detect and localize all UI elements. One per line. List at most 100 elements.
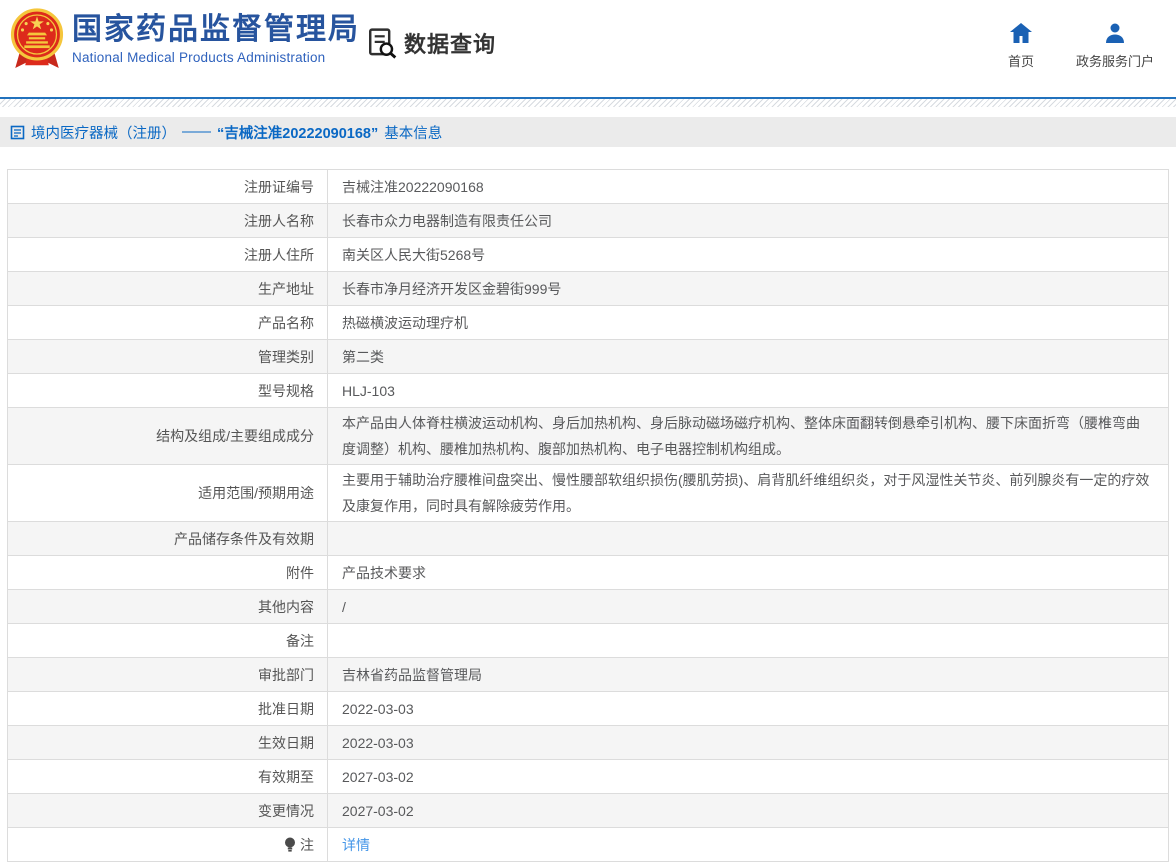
breadcrumb-registration-no: “吉械注准20222090168” [217,125,379,142]
emblem-gate [27,32,47,36]
row-label: 附件 [286,564,314,581]
row-label: 适用范围/预期用途 [198,485,314,501]
row-label: 生效日期 [258,734,314,751]
org-name-cn: 国家药品监督管理局 [72,13,360,46]
row-label: 产品名称 [258,314,314,331]
row-label-cell: 产品名称 [8,306,328,339]
row-label-cell: 注册人住所 [8,238,328,271]
data-query-label: 数据查询 [404,32,497,57]
row-value: 主要用于辅助治疗腰椎间盘突出、慢性腰部软组织损伤(腰肌劳损)、肩背肌纤维组织炎，… [342,472,1150,514]
breadcrumb-separator: —— [182,124,211,140]
bulb-icon [284,837,296,853]
table-row: 附件 产品技术要求 [8,556,1168,590]
registration-info-table: 注册证编号 吉械注准20222090168 注册人名称 长春市众力电器制造有限责… [7,169,1169,862]
row-value: HLJ-103 [342,382,395,399]
table-row: 结构及组成/主要组成成分 本产品由人体脊柱横波运动机构、身后加热机构、身后脉动磁… [8,408,1168,465]
row-label-cell: 有效期至 [8,760,328,793]
nav-item-home[interactable]: 首页 [1008,22,1034,70]
row-label-cell: 批准日期 [8,692,328,725]
nav-item-portal[interactable]: 政务服务门户 [1076,22,1154,70]
row-label-cell: 产品储存条件及有效期 [8,522,328,555]
row-label: 型号规格 [258,382,314,399]
row-value: 吉林省药品监督管理局 [342,666,482,683]
row-label: 注 [300,836,314,853]
table-row: 备注 [8,624,1168,658]
row-label: 注册证编号 [244,178,314,195]
row-label: 注册人名称 [244,212,314,229]
table-row: 审批部门 吉林省药品监督管理局 [8,658,1168,692]
row-label-cell: 结构及组成/主要组成成分 [8,408,328,464]
data-query-section[interactable]: 数据查询 [368,27,496,59]
national-emblem-logo [10,8,64,68]
table-row: 生效日期 2022-03-03 [8,726,1168,760]
row-value: 本产品由人体脊柱横波运动机构、身后加热机构、身后脉动磁场磁疗机构、整体床面翻转倒… [342,415,1140,457]
row-label: 结构及组成/主要组成成分 [156,428,314,444]
striped-divider-band [0,99,1176,107]
row-value: 2022-03-03 [342,734,414,751]
details-link[interactable]: 详情 [328,828,1168,861]
row-value: 2027-03-02 [342,802,414,819]
row-value: 长春市众力电器制造有限责任公司 [342,212,552,229]
row-label-cell: 注册人名称 [8,204,328,237]
table-row: 适用范围/预期用途 主要用于辅助治疗腰椎间盘突出、慢性腰部软组织损伤(腰肌劳损)… [8,465,1168,522]
document-search-icon [369,28,397,59]
row-label: 注册人住所 [244,246,314,263]
top-nav: 首页 政务服务门户 [1008,22,1154,70]
table-row: 变更情况 2027-03-02 [8,794,1168,828]
breadcrumb-suffix: 基本信息 [384,125,443,142]
breadcrumb-category: 境内医疗器械（注册） [31,125,176,142]
table-row: 型号规格 HLJ-103 [8,374,1168,408]
row-label: 其他内容 [258,598,314,615]
breadcrumb: 境内医疗器械（注册） —— “吉械注准20222090168” 基本信息 [0,117,1176,147]
table-row: 管理类别 第二类 [8,340,1168,374]
row-value: 第二类 [342,348,384,365]
row-value: 2022-03-03 [342,700,414,717]
row-label: 产品储存条件及有效期 [174,530,314,547]
row-label: 变更情况 [258,802,314,819]
row-label: 管理类别 [258,348,314,365]
table-row: 其他内容 / [8,590,1168,624]
row-label-cell: 其他内容 [8,590,328,623]
row-value: / [342,598,346,615]
row-label: 生产地址 [258,280,314,297]
row-label-cell: 适用范围/预期用途 [8,465,328,521]
row-label-cell: 生产地址 [8,272,328,305]
row-label-cell: 附件 [8,556,328,589]
row-label-cell: 审批部门 [8,658,328,691]
row-value: 南关区人民大街5268号 [342,246,486,263]
site-header: 国家药品监督管理局 National Medical Products Admi… [0,0,1176,97]
row-label: 备注 [286,632,314,649]
row-value: 长春市净月经济开发区金碧街999号 [342,280,562,297]
row-label-cell: 管理类别 [8,340,328,373]
nav-home-label: 首页 [1007,54,1034,69]
row-label-cell: 备注 [8,624,328,657]
table-row: 注册证编号 吉械注准20222090168 [8,170,1168,204]
row-label: 有效期至 [258,768,314,785]
row-value: 2027-03-02 [342,768,414,785]
nav-portal-label: 政务服务门户 [1075,54,1154,69]
row-value [328,522,1168,555]
row-value: 热磁横波运动理疗机 [342,314,468,331]
table-row: 注册人住所 南关区人民大街5268号 [8,238,1168,272]
org-title-block: 国家药品监督管理局 National Medical Products Admi… [72,13,360,65]
home-icon [1009,23,1032,43]
table-row: 产品名称 热磁横波运动理疗机 [8,306,1168,340]
row-value [328,624,1168,657]
row-value: 吉械注准20222090168 [342,178,484,195]
org-name-en: National Medical Products Administration [72,50,326,65]
row-label-cell: 型号规格 [8,374,328,407]
table-row: 产品储存条件及有效期 [8,522,1168,556]
row-label-cell: 注册证编号 [8,170,328,203]
table-row: 注册人名称 长春市众力电器制造有限责任公司 [8,204,1168,238]
row-label-cell: 注 [8,828,328,861]
row-label-cell: 变更情况 [8,794,328,827]
row-value: 产品技术要求 [342,564,426,581]
row-label-cell: 生效日期 [8,726,328,759]
table-row: 有效期至 2027-03-02 [8,760,1168,794]
row-label: 批准日期 [258,700,314,717]
table-row: 注 详情 [8,828,1168,862]
table-row: 批准日期 2022-03-03 [8,692,1168,726]
portal-user-icon [1105,23,1124,43]
table-row: 生产地址 长春市净月经济开发区金碧街999号 [8,272,1168,306]
row-label: 审批部门 [258,666,314,683]
